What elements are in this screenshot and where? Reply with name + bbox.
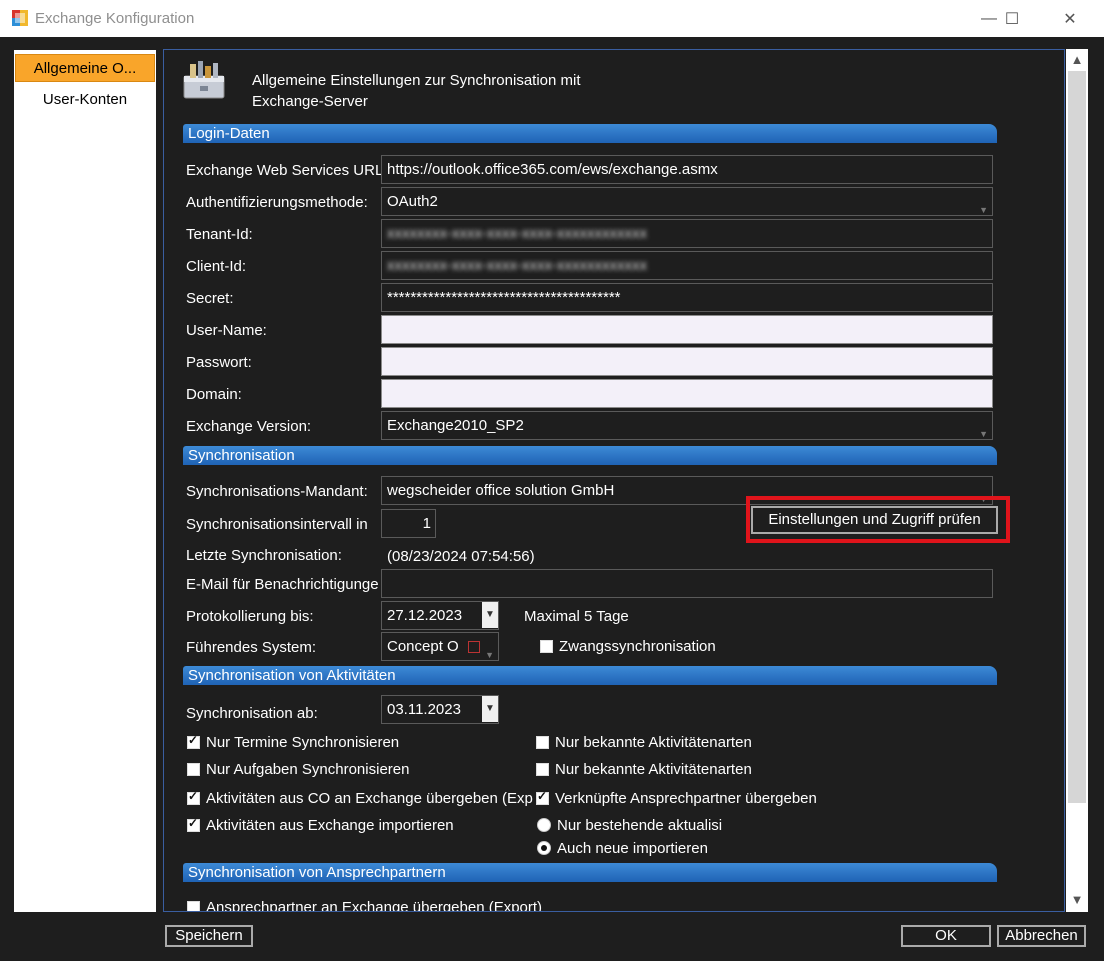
check-settings-button[interactable]: Einstellungen und Zugriff prüfen <box>751 506 998 534</box>
leading-system-select[interactable]: Concept O ▼ <box>381 632 499 661</box>
only-appointments-checkbox[interactable] <box>187 733 200 749</box>
toolbox-icon <box>180 58 228 102</box>
cancel-button[interactable]: Abbrechen <box>997 925 1086 947</box>
email-notify-label: E-Mail für Benachrichtigunge <box>186 576 379 593</box>
export-contacts-checkbox[interactable] <box>187 901 200 911</box>
sync-interval-input[interactable]: 1 <box>381 509 436 538</box>
close-button[interactable]: ✕ <box>1047 0 1093 37</box>
update-existing-label: Nur bestehende aktualisi <box>557 817 723 834</box>
sync-mandant-label: Synchronisations-Mandant: <box>186 483 368 500</box>
tenant-id-input[interactable]: xxxxxxxx-xxxx-xxxx-xxxx-xxxxxxxxxxxx <box>381 219 993 248</box>
tenant-id-value: xxxxxxxx-xxxx-xxxx-xxxx-xxxxxxxxxxxx <box>387 225 647 242</box>
only-tasks-label: Nur Aufgaben Synchronisieren <box>206 761 410 778</box>
nav-item-user-accounts[interactable]: User-Konten <box>14 86 156 114</box>
dropdown-arrow-icon[interactable]: ▼ <box>482 602 498 628</box>
only-appointments-label: Nur Termine Synchronisieren <box>206 734 400 751</box>
section-login: Login-Daten <box>183 124 997 143</box>
username-input[interactable] <box>381 315 993 344</box>
password-input[interactable] <box>381 347 993 376</box>
known-types-checkbox-2[interactable] <box>536 763 549 776</box>
sync-from-datepicker[interactable]: 03.11.2023 ▼ <box>381 695 499 724</box>
username-label: User-Name: <box>186 322 267 339</box>
window-title: Exchange Konfiguration <box>35 10 195 27</box>
force-sync-checkbox[interactable] <box>540 640 553 653</box>
scroll-thumb[interactable] <box>1068 71 1086 803</box>
exchange-version-select[interactable]: Exchange2010_SP2 ▼ <box>381 411 993 440</box>
log-until-datepicker[interactable]: 27.12.2023 ▼ <box>381 601 499 630</box>
exchange-version-value: Exchange2010_SP2 <box>387 417 524 434</box>
ews-url-label: Exchange Web Services URL <box>186 162 381 179</box>
known-types-label-1: Nur bekannte Aktivitätenarten <box>555 734 752 751</box>
left-nav: Allgemeine O... User-Konten <box>14 50 156 912</box>
domain-input[interactable] <box>381 379 993 408</box>
linked-contacts-checkbox[interactable] <box>536 789 549 805</box>
scroll-down-icon[interactable]: ▼ <box>1066 889 1088 911</box>
section-sync: Synchronisation <box>183 446 997 465</box>
last-sync-label: Letzte Synchronisation: <box>186 547 342 564</box>
auth-method-value: OAuth2 <box>387 193 438 210</box>
export-activities-label: Aktivitäten aus CO an Exchange übergeben… <box>206 790 533 807</box>
sync-mandant-value: wegscheider office solution GmbH <box>387 482 615 499</box>
auth-method-label: Authentifizierungsmethode: <box>186 194 368 211</box>
client-id-value: xxxxxxxx-xxxx-xxxx-xxxx-xxxxxxxxxxxx <box>387 257 647 274</box>
client-id-input[interactable]: xxxxxxxx-xxxx-xxxx-xxxx-xxxxxxxxxxxx <box>381 251 993 280</box>
force-sync-label: Zwangssynchronisation <box>559 638 716 655</box>
ok-button[interactable]: OK <box>901 925 991 947</box>
vertical-scrollbar[interactable]: ▲ ▼ <box>1066 49 1088 912</box>
header-title-line1: Allgemeine Einstellungen zur Synchronisa… <box>252 72 581 89</box>
section-activities: Synchronisation von Aktivitäten <box>183 666 997 685</box>
leading-system-label: Führendes System: <box>186 639 317 656</box>
only-tasks-checkbox[interactable] <box>187 763 200 776</box>
domain-label: Domain: <box>186 386 242 403</box>
client-id-label: Client-Id: <box>186 258 247 275</box>
chevron-down-icon: ▼ <box>485 650 494 660</box>
password-label: Passwort: <box>186 354 252 371</box>
log-until-label: Protokollierung bis: <box>186 608 314 625</box>
update-existing-radio[interactable] <box>537 818 551 832</box>
color-swatch-icon <box>468 641 480 653</box>
settings-panel: Allgemeine Einstellungen zur Synchronisa… <box>163 49 1065 912</box>
import-activities-checkbox[interactable] <box>187 816 200 832</box>
title-bar: Exchange Konfiguration — ☐ ✕ <box>0 0 1104 37</box>
dropdown-arrow-icon[interactable]: ▼ <box>482 696 498 722</box>
known-types-label-2: Nur bekannte Aktivitätenarten <box>555 761 752 778</box>
save-button[interactable]: Speichern <box>165 925 253 947</box>
known-types-checkbox-1[interactable] <box>536 736 549 749</box>
export-activities-checkbox[interactable] <box>187 789 200 805</box>
email-notify-input[interactable] <box>381 569 993 598</box>
chevron-down-icon: ▼ <box>979 429 988 439</box>
log-hint: Maximal 5 Tage <box>524 608 629 625</box>
secret-label: Secret: <box>186 290 234 307</box>
export-contacts-label: Ansprechpartner an Exchange übergeben (E… <box>206 899 543 912</box>
linked-contacts-label: Verknüpfte Ansprechpartner übergeben <box>555 790 817 807</box>
nav-item-general[interactable]: Allgemeine O... <box>15 54 155 82</box>
auth-method-select[interactable]: OAuth2 ▼ <box>381 187 993 216</box>
sync-from-value: 03.11.2023 <box>387 701 461 718</box>
log-until-value: 27.12.2023 <box>387 607 463 624</box>
chevron-down-icon: ▼ <box>979 205 988 215</box>
import-activities-label: Aktivitäten aus Exchange importieren <box>206 817 454 834</box>
secret-input[interactable]: **************************************** <box>381 283 993 312</box>
app-icon <box>11 9 29 27</box>
maximize-button[interactable]: ☐ <box>989 0 1035 37</box>
import-new-label: Auch neue importieren <box>557 840 708 857</box>
exchange-version-label: Exchange Version: <box>186 418 312 435</box>
scroll-up-icon[interactable]: ▲ <box>1066 49 1088 71</box>
sync-interval-label: Synchronisationsintervall in <box>186 516 368 533</box>
tenant-id-label: Tenant-Id: <box>186 226 253 243</box>
header-title-line2: Exchange-Server <box>252 93 368 110</box>
last-sync-value: (08/23/2024 07:54:56) <box>387 548 535 565</box>
import-new-radio[interactable] <box>537 841 551 855</box>
ews-url-input[interactable]: https://outlook.office365.com/ews/exchan… <box>381 155 993 184</box>
sync-from-label: Synchronisation ab: <box>186 705 318 722</box>
section-contacts: Synchronisation von Ansprechpartnern <box>183 863 997 882</box>
leading-system-value: Concept O <box>387 638 459 655</box>
